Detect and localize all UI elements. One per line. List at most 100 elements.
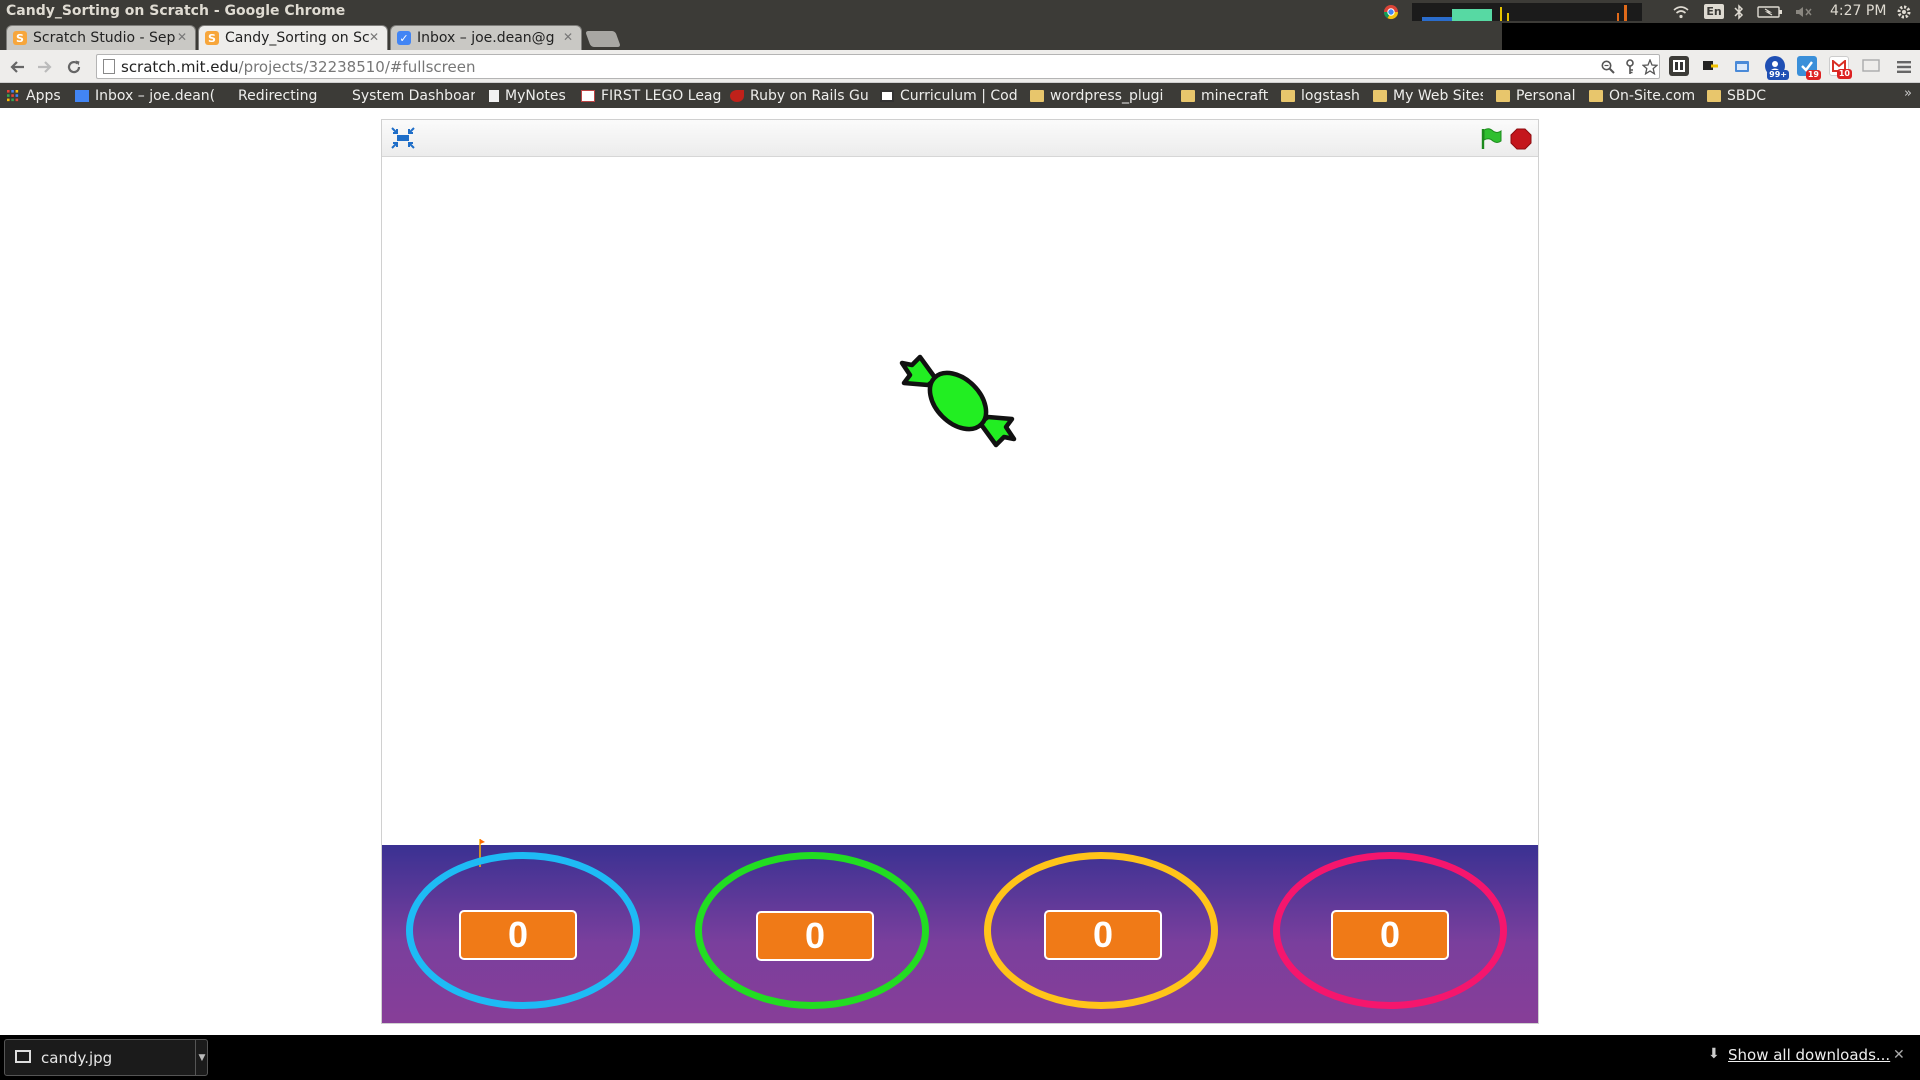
bookmark-first-lego-league[interactable]: FIRST LEGO Leag <box>581 86 721 105</box>
cast-extension-icon[interactable] <box>1861 56 1881 76</box>
exit-fullscreen-icon[interactable] <box>390 126 416 150</box>
address-bar[interactable]: scratch.mit.edu/projects/32238510/#fulls… <box>96 54 1660 79</box>
tab-candy-sorting[interactable]: S Candy_Sorting on Sc ✕ <box>198 25 388 50</box>
bookmark-curriculum[interactable]: Curriculum | Cod <box>880 86 1020 105</box>
chrome-menu-icon[interactable] <box>1893 56 1915 78</box>
folder-icon <box>1589 89 1603 102</box>
gmail-extension-icon[interactable]: 10 <box>1829 56 1852 79</box>
tab-close-icon[interactable]: ✕ <box>563 30 573 44</box>
battery-icon[interactable] <box>1756 2 1784 21</box>
player-control-bar <box>382 120 1538 157</box>
folder-icon <box>1181 89 1195 102</box>
tab-scratch-studio[interactable]: S Scratch Studio - Sep ✕ <box>6 25 196 50</box>
tab-inbox[interactable]: ✓ Inbox – joe.dean@g ✕ <box>390 25 582 50</box>
url-path: /projects/32238510/#fullscreen <box>238 58 476 76</box>
stop-sign-icon[interactable] <box>1509 127 1533 151</box>
reload-icon[interactable] <box>63 56 85 78</box>
keyboard-language-label: En <box>1704 4 1724 19</box>
tab-label: Scratch Studio - Sep <box>33 30 176 46</box>
tab-strip: S Scratch Studio - Sep ✕ S Candy_Sorting… <box>0 23 1920 50</box>
bookmark-inbox[interactable]: Inbox – joe.dean( <box>75 86 215 105</box>
tab-label: Candy_Sorting on Sc <box>225 30 370 46</box>
download-options-chevron-icon[interactable]: ▼ <box>195 1040 208 1075</box>
folder-icon <box>1496 89 1510 102</box>
sorting-bins-panel: 0 0 0 0 <box>382 839 1538 1023</box>
close-shelf-icon[interactable]: ✕ <box>1893 1047 1905 1063</box>
bookmark-on-site[interactable]: On-Site.com <box>1589 86 1699 105</box>
bookmark-label: Personal <box>1516 87 1576 104</box>
bookmark-label: Redirecting <box>238 87 318 104</box>
new-tab-button[interactable] <box>585 31 621 47</box>
tab-label: Inbox – joe.dean@g <box>417 30 555 46</box>
bookmark-label: Curriculum | Cod <box>900 87 1018 104</box>
window-titlebar: Candy_Sorting on Scratch - Google Chrome… <box>0 0 1920 23</box>
bookmark-label: System Dashboar <box>352 87 475 104</box>
tasks-extension-icon[interactable]: 19 <box>1797 56 1821 80</box>
image-file-icon <box>15 1050 31 1063</box>
bookmark-my-web-sites[interactable]: My Web Sites <box>1373 86 1483 105</box>
green-bin[interactable]: 0 <box>695 852 929 1009</box>
tab-close-icon[interactable]: ✕ <box>177 30 187 44</box>
blank-icon <box>340 90 346 102</box>
bluetooth-icon[interactable] <box>1732 2 1746 21</box>
page-icon <box>489 89 499 102</box>
scratch-stage[interactable]: 0 0 0 0 <box>382 157 1538 1023</box>
yellow-bin[interactable]: 0 <box>984 852 1218 1009</box>
bookmark-mynotes[interactable]: MyNotes <box>489 86 574 105</box>
keyboard-language-icon[interactable]: En <box>1704 2 1724 21</box>
zoom-icon[interactable] <box>1599 58 1617 76</box>
back-arrow-icon[interactable] <box>6 56 28 78</box>
inbox-icon <box>75 89 89 102</box>
bookmark-wordpress-plugins[interactable]: wordpress_plugi <box>1030 86 1170 105</box>
key-icon[interactable] <box>1621 58 1639 76</box>
tab-close-icon[interactable]: ✕ <box>369 30 379 44</box>
social-extension-icon[interactable]: 99+ <box>1765 56 1789 80</box>
window-extension-icon[interactable] <box>1732 56 1752 76</box>
blue-bin[interactable]: 0 <box>406 852 640 1009</box>
bookmark-sbdc[interactable]: SBDC <box>1707 86 1777 105</box>
key-extension-icon[interactable] <box>1700 56 1720 76</box>
bookmark-apps[interactable]: Apps <box>6 86 66 105</box>
tab-strip-empty-area <box>1502 23 1920 50</box>
folder-icon <box>1373 89 1387 102</box>
wifi-icon[interactable] <box>1672 2 1690 21</box>
bookmark-label: My Web Sites <box>1393 87 1483 104</box>
show-all-downloads-link[interactable]: Show all downloads... <box>1728 1046 1890 1064</box>
bookmark-label: Ruby on Rails Gui <box>750 87 870 104</box>
yellow-bin-counter: 0 <box>1044 910 1162 960</box>
bookmark-star-icon[interactable] <box>1641 58 1659 76</box>
page-info-icon[interactable] <box>103 59 115 74</box>
scratch-favicon-icon: S <box>13 31 27 45</box>
download-file-name: candy.jpg <box>41 1049 113 1067</box>
bookmark-label: On-Site.com <box>1609 87 1696 104</box>
bookmark-system-dashboard[interactable]: System Dashboar <box>340 86 475 105</box>
bookmark-logstash[interactable]: logstash <box>1281 86 1366 105</box>
folder-icon <box>1030 89 1044 102</box>
ruby-icon <box>730 89 744 102</box>
bookmark-label: MyNotes <box>505 87 566 104</box>
forward-arrow-icon[interactable] <box>34 56 56 78</box>
settings-gear-icon[interactable] <box>1894 2 1914 21</box>
bookmark-ruby-on-rails[interactable]: Ruby on Rails Gui <box>730 86 870 105</box>
rss-extension-icon[interactable] <box>1669 56 1689 76</box>
system-clock[interactable]: 4:27 PM <box>1830 3 1886 19</box>
green-bin-counter: 0 <box>756 911 874 961</box>
bookmark-label: SBDC <box>1727 87 1767 104</box>
system-monitor-icon[interactable] <box>1412 2 1642 21</box>
folder-icon <box>1281 89 1295 102</box>
browser-toolbar: scratch.mit.edu/projects/32238510/#fulls… <box>0 50 1920 83</box>
bookmark-label: wordpress_plugi <box>1050 87 1164 104</box>
bookmarks-overflow-chevron-icon[interactable]: » <box>1904 86 1912 101</box>
volume-muted-icon[interactable] <box>1794 2 1814 21</box>
bookmark-minecraft[interactable]: minecraft <box>1181 86 1271 105</box>
chrome-tray-icon[interactable] <box>1382 2 1400 21</box>
download-item[interactable]: candy.jpg ▼ <box>4 1039 208 1076</box>
address-bar-url[interactable]: scratch.mit.edu/projects/32238510/#fulls… <box>121 58 475 76</box>
chart-icon <box>581 89 595 102</box>
green-flag-icon[interactable] <box>1479 127 1503 151</box>
candy-sprite-icon[interactable] <box>898 341 1018 461</box>
download-shelf: candy.jpg ▼ ⬇ Show all downloads... ✕ <box>0 1035 1920 1080</box>
bookmark-personal[interactable]: Personal <box>1496 86 1581 105</box>
bookmark-redirecting[interactable]: Redirecting <box>226 86 336 105</box>
pink-bin[interactable]: 0 <box>1273 852 1507 1009</box>
